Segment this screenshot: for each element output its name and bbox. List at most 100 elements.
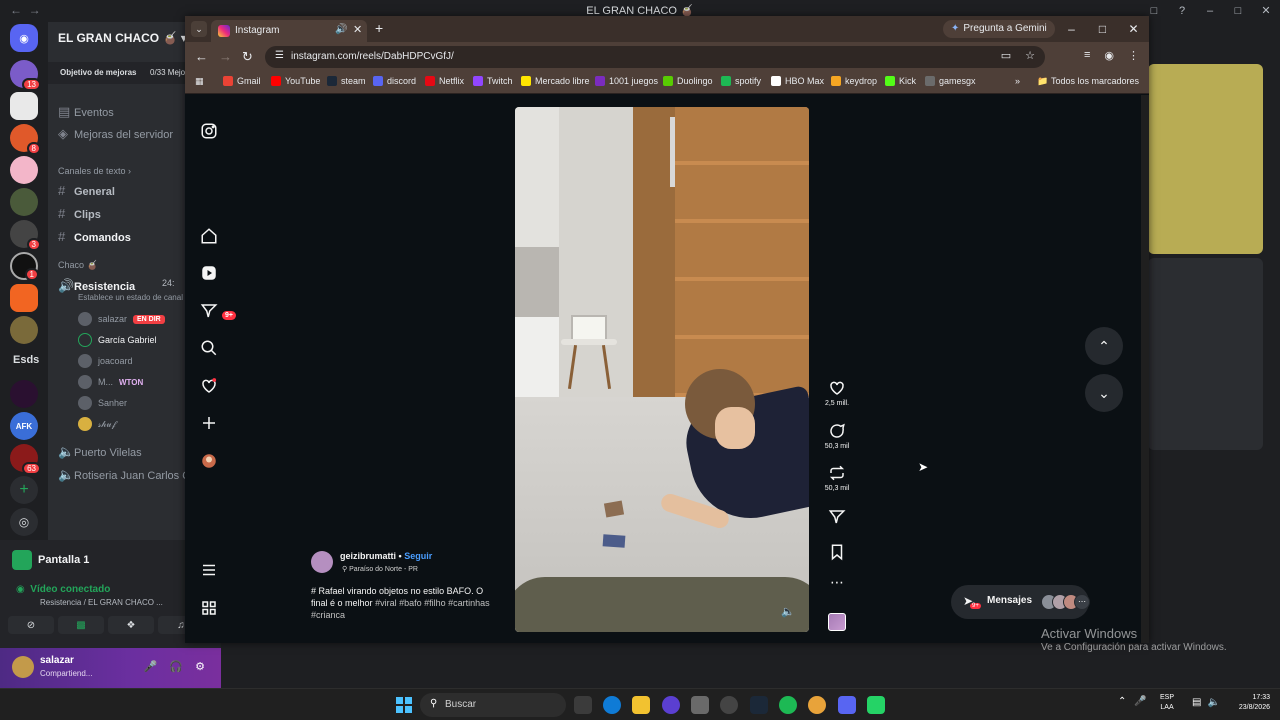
close-button[interactable]: ✕ [1252, 0, 1280, 22]
server-icon[interactable]: 13 [10, 60, 41, 91]
menu-icon[interactable]: ⋮ [1128, 49, 1139, 62]
windows-start-icon[interactable] [396, 697, 412, 713]
volume-icon[interactable]: 🔈 [1207, 697, 1219, 708]
search-icon[interactable] [199, 338, 219, 358]
channel-comandos[interactable]: # Comandos [58, 229, 131, 244]
camera-off-button[interactable]: ⊘ [8, 616, 54, 634]
voice-user[interactable]: salazar EN DIR [78, 312, 165, 326]
activities-button[interactable]: ❖ [108, 616, 154, 634]
site-info-icon[interactable]: ☰ [275, 50, 284, 61]
server-icon[interactable] [10, 188, 38, 216]
voice-user[interactable]: 𝓈𝒽𝓊𝒻 [78, 417, 116, 431]
volume-icon[interactable]: 🔈 [781, 605, 795, 618]
messages-button[interactable]: ➤ 9+ Mensajes ⋯ [951, 585, 1090, 619]
home-icon[interactable] [199, 226, 219, 246]
voice-channel-puerto-vilelas[interactable]: 🔈Puerto Vilelas [58, 444, 142, 460]
task-view-icon[interactable] [574, 696, 592, 714]
help-icon[interactable]: ? [1168, 0, 1196, 22]
server-icon[interactable]: 1 [10, 252, 39, 281]
previous-reel-button[interactable]: ⌃ [1085, 327, 1123, 365]
share-screen-button[interactable]: ▩ [58, 616, 104, 634]
create-plus-icon[interactable] [199, 413, 219, 433]
channel-clips[interactable]: # Clips [58, 206, 101, 221]
avatar[interactable] [311, 551, 333, 573]
profile-icon[interactable]: ◉ [1104, 49, 1114, 62]
instagram-logo-icon[interactable] [199, 121, 219, 141]
save-button[interactable] [817, 543, 857, 561]
server-name[interactable]: EL GRAN CHACO 🧉 ▾ [58, 31, 187, 45]
voice-user[interactable]: García Gabriel [78, 333, 157, 347]
maximize-button[interactable]: □ [1224, 0, 1252, 22]
comment-button[interactable]: 50,3 mil [817, 422, 857, 450]
address-bar[interactable]: ☰ instagram.com/reels/DabHDPCvGfJ/ ▭ ☆ [265, 46, 1045, 68]
file-explorer-icon[interactable] [632, 696, 650, 714]
server-icon[interactable] [10, 284, 38, 312]
store-icon[interactable] [691, 696, 709, 714]
clock[interactable]: 17:33 23/8/2026 [1226, 693, 1270, 713]
forward-icon[interactable]: → [219, 49, 232, 64]
maximize-button[interactable]: □ [1087, 16, 1118, 42]
chevron-up-icon[interactable]: ⌃ [1118, 696, 1126, 707]
share-button[interactable] [817, 508, 857, 526]
gemini-button[interactable]: ✦ Pregunta a Gemini [943, 20, 1055, 38]
bookmark-gmail[interactable]: Gmail [223, 76, 261, 86]
reel-location[interactable]: ⚲ Paraíso do Norte - PR [342, 565, 418, 573]
spotify-icon[interactable] [779, 696, 797, 714]
minimize-button[interactable]: – [1196, 0, 1224, 22]
discord-icon[interactable] [838, 696, 856, 714]
discord-home-icon[interactable]: ◉ [10, 24, 38, 52]
voice-channel-rotiseria[interactable]: 🔈Rotiseria Juan Carlos Q [58, 467, 191, 483]
audio-thumbnail[interactable] [828, 613, 846, 631]
voice-connected-status[interactable]: ◉ Vídeo conectado [16, 584, 110, 595]
reel-username[interactable]: geizibrumatti [340, 551, 396, 561]
close-button[interactable]: ✕ [1118, 16, 1149, 42]
menu-hamburger-icon[interactable] [199, 560, 219, 580]
reload-icon[interactable]: ↻ [242, 49, 253, 65]
video-tile[interactable] [1148, 258, 1263, 450]
server-icon[interactable]: 3 [10, 220, 41, 251]
app-icon[interactable] [720, 696, 738, 714]
whatsapp-icon[interactable] [867, 696, 885, 714]
taskbar-search[interactable]: ⚲ Buscar [420, 693, 566, 717]
bookmark-1001-juegos[interactable]: 1001 juegos [595, 76, 658, 86]
server-icon[interactable] [10, 156, 38, 184]
voice-category[interactable]: Chaco 🧉 [58, 260, 98, 271]
edge-icon[interactable] [603, 696, 621, 714]
server-boosts-item[interactable]: ◈ Mejoras del servidor [58, 126, 173, 142]
tab-search-icon[interactable]: ⌄ [191, 21, 207, 37]
bookmark-youtube[interactable]: YouTube [271, 76, 320, 86]
bookmark-mercado-libre[interactable]: Mercado libre [521, 76, 590, 86]
video-tile[interactable] [1148, 64, 1263, 254]
bookmark-hbo-max[interactable]: HBO Max [771, 76, 824, 86]
server-icon-afk[interactable]: AFK [10, 412, 38, 440]
add-server-icon[interactable]: + [10, 476, 38, 504]
more-options-icon[interactable]: ⋯ [817, 575, 857, 589]
events-item[interactable]: ▤ Eventos [58, 104, 114, 120]
notifications-heart-icon[interactable] [199, 376, 219, 396]
server-icon[interactable] [10, 380, 38, 408]
voice-connected-sub[interactable]: Resistencia / EL GRAN CHACO ... [40, 598, 163, 607]
reels-icon[interactable] [199, 263, 219, 283]
gear-icon[interactable]: ⚙ [195, 660, 205, 673]
steam-icon[interactable] [750, 696, 768, 714]
next-reel-button[interactable]: ⌄ [1085, 374, 1123, 412]
server-icon-active[interactable] [10, 92, 38, 120]
bookmark-twitch[interactable]: Twitch [473, 76, 513, 86]
minimize-button[interactable]: – [1056, 16, 1087, 42]
bookmark-keydrop[interactable]: keydrop [831, 76, 877, 86]
close-tab-icon[interactable]: ✕ [353, 23, 362, 36]
server-icon[interactable]: 63 [10, 444, 41, 475]
user-name[interactable]: salazar [40, 655, 74, 666]
follow-button[interactable]: Seguir [404, 551, 432, 561]
screen-share-item[interactable]: Pantalla 1 [12, 550, 89, 570]
microphone-icon[interactable]: 🎤 [1134, 696, 1146, 707]
server-icon[interactable]: 8 [10, 124, 41, 155]
bookmark-star-icon[interactable]: ☆ [1025, 49, 1035, 62]
more-bookmarks-icon[interactable]: » [1015, 76, 1020, 86]
text-category[interactable]: Canales de texto › [58, 166, 131, 176]
network-icon[interactable]: ▤ [1192, 697, 1201, 708]
avatar[interactable] [12, 656, 34, 678]
tab-instagram[interactable]: Instagram 🔊 ✕ [211, 20, 367, 42]
app-icon[interactable] [662, 696, 680, 714]
voice-user[interactable]: joacoard [78, 354, 133, 368]
